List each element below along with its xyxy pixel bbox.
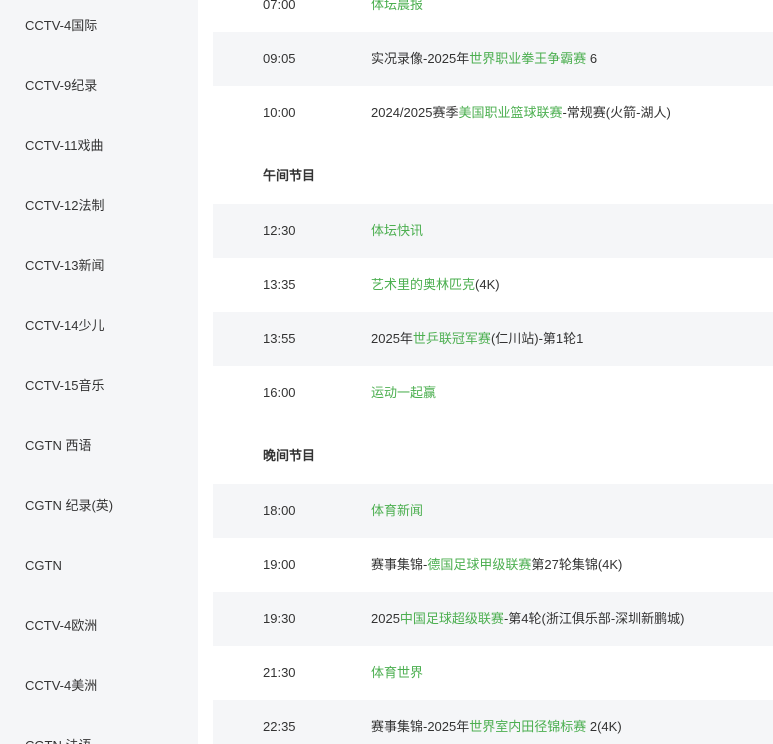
program-row: 21:30 体育世界 — [213, 646, 773, 700]
program-title: 实况录像-2025年世界职业拳王争霸赛 6 — [371, 51, 598, 66]
channel-item-cctv13-news[interactable]: CCTV-13新闻 — [25, 256, 104, 276]
program-link[interactable]: 运动一起赢 — [371, 385, 436, 400]
channel-item-cctv14-children[interactable]: CCTV-14少儿 — [25, 316, 104, 336]
channel-item-cctv12-law[interactable]: CCTV-12法制 — [25, 196, 104, 216]
program-title: 赛事集锦-2025年世界室内田径锦标赛 2(4K) — [371, 719, 622, 734]
section-heading-evening: 晚间节目 — [263, 448, 316, 463]
program-title: 体坛快讯 — [371, 204, 423, 258]
program-time: 09:05 — [263, 51, 296, 66]
program-link[interactable]: 体育世界 — [371, 665, 423, 680]
program-row: 19:00 赛事集锦-德国足球甲级联赛第27轮集锦(4K) — [213, 538, 773, 592]
section-heading-noon: 午间节目 — [263, 168, 316, 183]
channel-item-cctv4-america[interactable]: CCTV-4美洲 — [25, 676, 97, 696]
program-link[interactable]: 体坛快讯 — [371, 223, 423, 238]
program-link[interactable]: 中国足球超级联赛 — [400, 611, 504, 626]
program-link[interactable]: 体坛晨报 — [371, 0, 423, 12]
program-title: 运动一起赢 — [371, 366, 436, 420]
channel-sidebar: CCTV-4国际 CCTV-9纪录 CCTV-11戏曲 CCTV-12法制 CC… — [0, 0, 198, 744]
program-schedule: 07:00 体坛晨报 09:05 实况录像-2025年世界职业拳王争霸赛 6 1… — [213, 0, 773, 744]
program-time: 13:55 — [263, 331, 296, 346]
program-time: 16:00 — [263, 385, 296, 400]
program-title: 2025中国足球超级联赛-第4轮(浙江俱乐部-深圳新鹏城) — [371, 611, 685, 626]
program-time: 22:35 — [263, 719, 296, 734]
program-time: 13:35 — [263, 277, 296, 292]
program-time: 07:00 — [263, 0, 296, 12]
program-row: 19:30 2025中国足球超级联赛-第4轮(浙江俱乐部-深圳新鹏城) — [213, 592, 773, 646]
program-title: 艺术里的奥林匹克(4K) — [371, 277, 500, 292]
program-link[interactable]: 德国足球甲级联赛 — [427, 557, 531, 572]
program-time: 19:00 — [263, 557, 296, 572]
program-link[interactable]: 世乒联冠军赛 — [413, 331, 491, 346]
program-link[interactable]: 艺术里的奥林匹克 — [371, 277, 475, 292]
program-time: 18:00 — [263, 503, 296, 518]
program-link[interactable]: 世界职业拳王争霸赛 — [469, 51, 586, 66]
channel-item-cgtn[interactable]: CGTN — [25, 556, 62, 576]
program-link[interactable]: 体育新闻 — [371, 503, 423, 518]
program-time: 10:00 — [263, 105, 296, 120]
program-time: 19:30 — [263, 611, 296, 626]
program-title: 赛事集锦-德国足球甲级联赛第27轮集锦(4K) — [371, 557, 623, 572]
program-title: 体育新闻 — [371, 484, 423, 538]
program-row: 09:05 实况录像-2025年世界职业拳王争霸赛 6 — [213, 32, 773, 86]
program-title: 体育世界 — [371, 646, 423, 700]
program-row: 13:35 艺术里的奥林匹克(4K) — [213, 258, 773, 312]
program-row: 18:00 体育新闻 — [213, 484, 773, 538]
program-title: 2025年世乒联冠军赛(仁川站)-第1轮1 — [371, 331, 584, 346]
program-link[interactable]: 美国职业篮球联赛 — [458, 105, 562, 120]
channel-item-cgtn-french[interactable]: CGTN 法语 — [25, 736, 91, 744]
program-title: 2024/2025赛季美国职业篮球联赛-常规赛(火箭-湖人) — [371, 105, 671, 120]
program-title: 体坛晨报 — [371, 0, 423, 32]
program-row: 12:30 体坛快讯 — [213, 204, 773, 258]
channel-item-cctv9-documentary[interactable]: CCTV-9纪录 — [25, 76, 97, 96]
program-row: 16:00 运动一起赢 — [213, 366, 773, 420]
channel-item-cgtn-spanish[interactable]: CGTN 西语 — [25, 436, 91, 456]
channel-item-cctv15-music[interactable]: CCTV-15音乐 — [25, 376, 104, 396]
program-row: 10:00 2024/2025赛季美国职业篮球联赛-常规赛(火箭-湖人) — [213, 86, 773, 140]
program-time: 12:30 — [263, 223, 296, 238]
channel-item-cctv4-international[interactable]: CCTV-4国际 — [25, 16, 97, 36]
program-link[interactable]: 世界室内田径锦标赛 — [469, 719, 586, 734]
channel-item-cctv4-europe[interactable]: CCTV-4欧洲 — [25, 616, 97, 636]
program-row: 13:55 2025年世乒联冠军赛(仁川站)-第1轮1 — [213, 312, 773, 366]
program-row: 07:00 体坛晨报 — [213, 0, 773, 32]
program-time: 21:30 — [263, 665, 296, 680]
channel-item-cgtn-documentary[interactable]: CGTN 纪录(英) — [25, 496, 113, 516]
program-row: 22:35 赛事集锦-2025年世界室内田径锦标赛 2(4K) — [213, 700, 773, 744]
channel-item-cctv11-opera[interactable]: CCTV-11戏曲 — [25, 136, 104, 156]
